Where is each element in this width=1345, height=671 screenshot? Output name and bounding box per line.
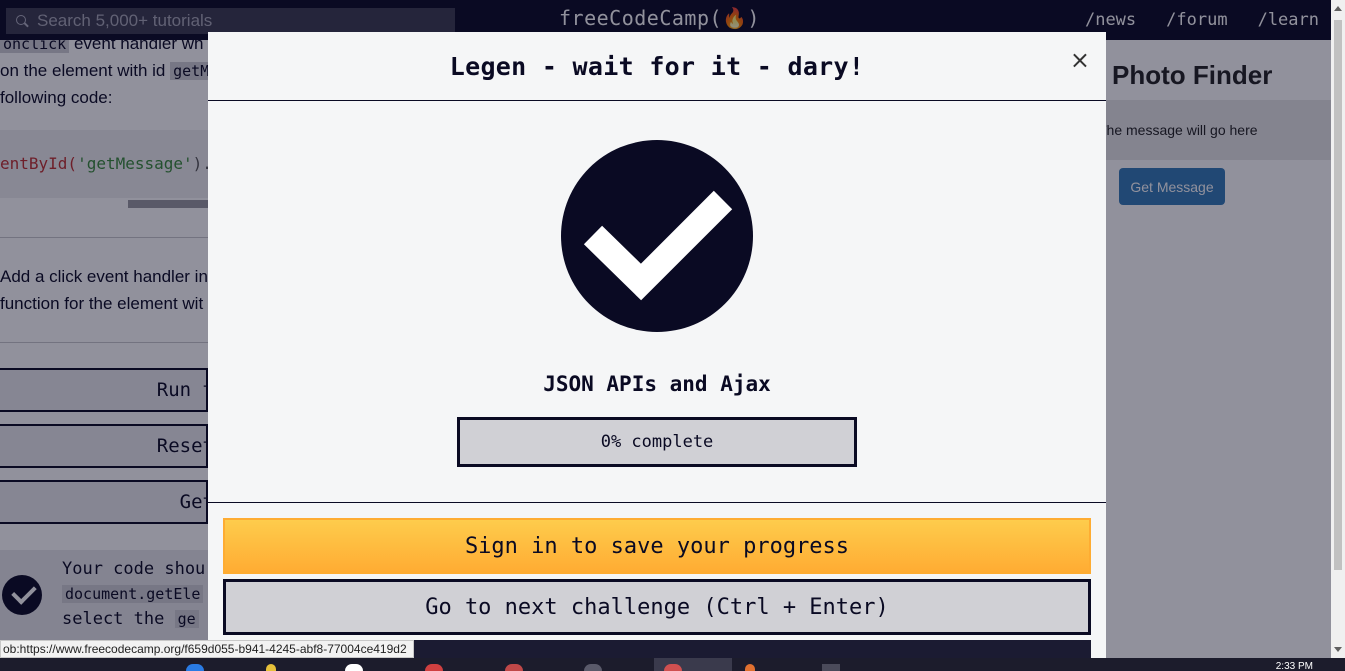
completion-modal: Legen - wait for it - dary! × JSON APIs …	[208, 32, 1106, 658]
modal-divider	[208, 502, 1106, 503]
taskbar-app-icon[interactable]	[664, 664, 682, 671]
certification-title: JSON APIs and Ajax	[543, 372, 771, 396]
taskbar-app-icon[interactable]	[584, 664, 602, 671]
status-bar-url: ob:https://www.freecodecamp.org/f659d055…	[0, 640, 414, 658]
taskbar-app-icon[interactable]	[425, 664, 443, 671]
taskbar-clock: 2:33 PM	[1275, 661, 1313, 671]
taskbar-app-icon[interactable]	[822, 664, 840, 671]
taskbar: 2:33 PM	[0, 658, 1345, 671]
next-challenge-button[interactable]: Go to next challenge (Ctrl + Enter)	[223, 579, 1091, 635]
scroll-up-icon[interactable]	[1334, 6, 1342, 11]
modal-header: Legen - wait for it - dary! ×	[208, 32, 1106, 101]
sign-in-button[interactable]: Sign in to save your progress	[223, 518, 1091, 574]
taskbar-app-icon[interactable]	[186, 664, 204, 671]
modal-title: Legen - wait for it - dary!	[449, 51, 865, 81]
progress-label: 0% complete	[600, 432, 714, 452]
taskbar-folder-icon[interactable]	[266, 664, 276, 671]
close-icon[interactable]: ×	[1070, 46, 1090, 74]
taskbar-app-icon[interactable]	[505, 664, 523, 671]
taskbar-app-icon[interactable]	[745, 664, 755, 671]
taskbar-chrome-icon[interactable]	[345, 664, 363, 671]
scrollbar-thumb[interactable]	[1334, 20, 1342, 570]
page-scrollbar[interactable]	[1331, 0, 1345, 658]
progress-bar: 0% complete	[457, 417, 857, 467]
scroll-down-icon[interactable]	[1334, 647, 1342, 652]
success-check-icon	[561, 140, 753, 332]
